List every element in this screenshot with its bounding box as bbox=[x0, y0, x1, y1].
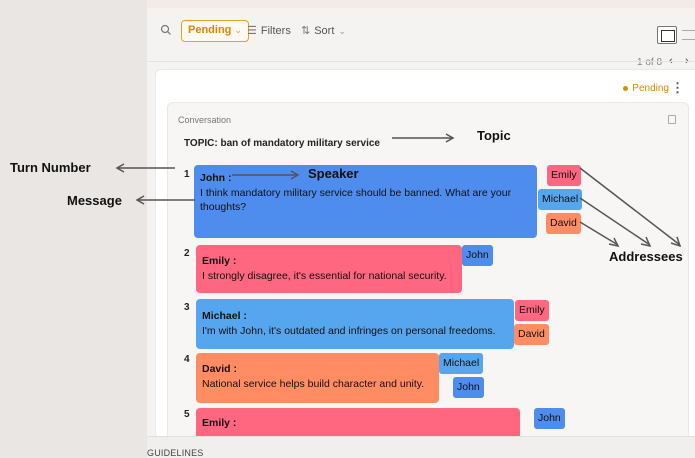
speaker-name: Michael : bbox=[202, 310, 247, 322]
addressee-tag: David bbox=[546, 213, 581, 234]
conversation-label: Conversation bbox=[178, 115, 232, 125]
copy-icon[interactable] bbox=[668, 115, 676, 124]
speaker-name: Emily : bbox=[202, 255, 237, 267]
addressee-tag: Emily bbox=[547, 165, 581, 186]
addressee-tag: Emily bbox=[515, 300, 549, 321]
sort-label: Sort bbox=[314, 25, 335, 37]
status-badge: Pending bbox=[623, 83, 669, 94]
filters-label: Filters bbox=[260, 25, 291, 37]
pager-text: 1 of 8 bbox=[637, 57, 663, 68]
annotation-message: Message bbox=[67, 193, 122, 208]
message-bubble: John : I think mandatory military servic… bbox=[194, 165, 537, 238]
message-bubble: Emily : I strongly disagree, it's essent… bbox=[196, 245, 462, 293]
turn-number: 4 bbox=[184, 354, 190, 365]
more-options-icon[interactable]: ⋮ bbox=[671, 80, 684, 96]
addressee-tag: John bbox=[462, 245, 493, 266]
sort-button[interactable]: ⇅ Sort ⌄ bbox=[301, 22, 346, 40]
filter-icon: ☰ bbox=[247, 25, 257, 37]
turn-number: 3 bbox=[184, 302, 190, 313]
app-window: Pending⌄ ☰Filters ⇅Sort⌄ 1 of 8 ‹ › Pend… bbox=[147, 0, 695, 458]
message-bubble: David : National service helps build cha… bbox=[196, 353, 439, 403]
annotation-turn-number: Turn Number bbox=[10, 160, 91, 175]
message-text: I strongly disagree, it's essential for … bbox=[202, 270, 447, 282]
speaker-name: Emily : bbox=[202, 417, 237, 429]
status-dot bbox=[623, 85, 629, 91]
filters-button[interactable]: ☰ Filters bbox=[247, 22, 291, 40]
addressee-tag: John bbox=[534, 408, 565, 429]
single-view-toggle[interactable] bbox=[657, 26, 677, 44]
chevron-down-icon: ⌄ bbox=[234, 25, 242, 35]
chevron-down-icon: ⌄ bbox=[338, 26, 346, 36]
conversation-panel: Conversation TOPIC: ban of mandatory mil… bbox=[167, 102, 689, 442]
pending-filter-label: Pending bbox=[188, 24, 232, 36]
list-view-toggle[interactable] bbox=[682, 30, 695, 40]
topic-text: TOPIC: ban of mandatory military service bbox=[184, 138, 380, 149]
search-icon[interactable] bbox=[160, 24, 172, 36]
addressee-tag: Michael bbox=[439, 353, 484, 374]
guidelines-bar[interactable]: GUIDELINES bbox=[147, 436, 695, 458]
guidelines-label: GUIDELINES bbox=[147, 448, 204, 458]
turn-number: 1 bbox=[184, 169, 190, 180]
status-label: Pending bbox=[632, 83, 669, 94]
divider bbox=[147, 61, 695, 62]
turn-number: 2 bbox=[184, 248, 190, 259]
message-bubble: Michael : I'm with John, it's outdated a… bbox=[196, 299, 514, 349]
addressee-tag: David bbox=[514, 324, 549, 345]
turn-number: 5 bbox=[184, 409, 190, 420]
speaker-name: David : bbox=[202, 363, 238, 375]
annotation-speaker: Speaker bbox=[308, 166, 359, 181]
pending-filter-button[interactable]: Pending ⌄ bbox=[181, 20, 249, 42]
message-text: National service helps build character a… bbox=[202, 378, 425, 390]
message-text: I think mandatory military service shoul… bbox=[200, 187, 512, 213]
addressee-tag: Michael bbox=[538, 189, 583, 210]
addressee-tag: John bbox=[453, 377, 484, 398]
top-strip bbox=[147, 0, 695, 8]
speaker-name: John : bbox=[200, 172, 232, 184]
sort-icon: ⇅ bbox=[301, 25, 311, 37]
toolbar: Pending⌄ ☰Filters ⇅Sort⌄ 1 of 8 ‹ › bbox=[147, 8, 695, 68]
annotation-topic: Topic bbox=[477, 128, 511, 143]
annotation-addressees: Addressees bbox=[609, 249, 683, 264]
message-text: I'm with John, it's outdated and infring… bbox=[202, 325, 496, 337]
